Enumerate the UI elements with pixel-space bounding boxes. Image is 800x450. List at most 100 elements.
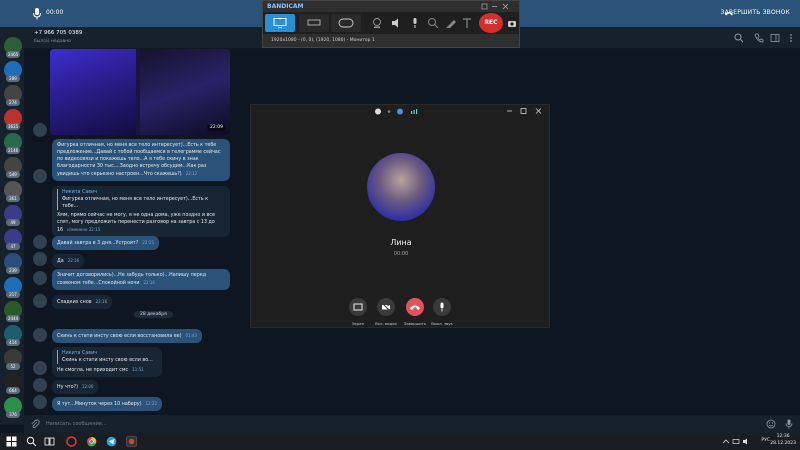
call-timer: 00:00	[393, 251, 409, 257]
message-bubble[interactable]: Давай завтра в 3 дня...Устроит? 22:15	[52, 236, 159, 250]
avatar[interactable]	[33, 235, 47, 249]
keyboard-language[interactable]: РУС	[761, 438, 770, 443]
gamepad-icon	[338, 18, 354, 28]
sidebar-toggle-icon[interactable]	[770, 33, 780, 43]
unread-badge: 239	[6, 267, 20, 274]
window-controls-icon[interactable]	[505, 107, 545, 115]
unread-badge: 549	[6, 171, 20, 178]
call-status-icons	[375, 108, 418, 115]
window-controls-icon[interactable]	[481, 3, 511, 10]
record-button[interactable]: REC	[479, 13, 503, 33]
unread-badge: 2444	[6, 315, 21, 322]
unread-badge: 2465	[6, 51, 21, 58]
chrome-icon[interactable]	[86, 436, 97, 447]
message-time: 22:09	[207, 124, 226, 131]
unread-badge: 49	[6, 219, 20, 226]
reply-quote[interactable]: Никита Савич Фигурка отличная, но меня в…	[57, 189, 225, 210]
unread-badge: 361	[6, 195, 20, 202]
unread-badge: 664	[6, 387, 20, 394]
quote-text: Скинь к стати инсту свою если во...	[62, 358, 153, 363]
end-call-button[interactable]: ЗАВЕРШИТЬ ЗВОНОК	[721, 9, 790, 16]
photo-message[interactable]: 22:09	[50, 49, 230, 135]
emoji-icon[interactable]	[766, 419, 776, 429]
avatar[interactable]	[33, 395, 47, 409]
microphone-icon[interactable]	[409, 17, 421, 29]
message-bubble[interactable]: Значит договорились)...Не забудь только)…	[52, 269, 230, 290]
screen-share-button[interactable]	[349, 298, 367, 316]
avatar[interactable]	[33, 328, 47, 342]
more-menu-icon[interactable]	[786, 33, 796, 43]
telegram-icon[interactable]	[106, 436, 117, 447]
message-time: 22:16	[95, 299, 108, 304]
message-text: Давай завтра в 3 дня...Устроит?	[57, 241, 139, 246]
video-off-icon	[381, 302, 391, 312]
cursor-icon[interactable]	[427, 17, 439, 29]
system-tray-icons[interactable]	[722, 438, 758, 445]
message-text: Значит договорились)...Не забудь только)…	[57, 273, 207, 286]
game-mode-button[interactable]	[331, 14, 361, 32]
message-bubble[interactable]: Скинь к стати инсту свою если восстанови…	[52, 329, 203, 343]
message-text: Не смогла, не приходит смс	[57, 368, 129, 373]
screen-mode-button[interactable]	[265, 14, 295, 32]
camera-icon[interactable]	[507, 18, 517, 28]
unread-badge: 414	[6, 339, 20, 346]
reply-quote[interactable]: Никита Савич Скинь к стати инсту свою ес…	[57, 350, 157, 364]
windows-start-icon[interactable]	[6, 436, 17, 447]
chat-title[interactable]: +7 966 705 0389	[34, 30, 82, 36]
composer: Написать сообщение...	[24, 415, 800, 433]
message-bubble[interactable]: Фигурка отличная, но меня все тело интер…	[52, 139, 230, 181]
photo-left	[50, 49, 136, 135]
webcam-icon[interactable]	[371, 17, 383, 29]
message-text: Сладких снов	[57, 300, 92, 305]
message-text: Да	[57, 259, 64, 264]
video-toggle-button[interactable]	[377, 298, 395, 316]
message-time: 22:15	[142, 240, 154, 245]
date-separator: 28 декабря	[134, 311, 173, 318]
attach-icon[interactable]	[30, 419, 40, 429]
avatar[interactable]	[33, 169, 47, 183]
message-bubble[interactable]: Никита Савич Фигурка отличная, но меня в…	[52, 186, 230, 237]
avatar[interactable]	[33, 294, 47, 308]
message-time: 22:12	[185, 171, 198, 176]
draw-icon[interactable]	[445, 17, 457, 29]
message-input[interactable]: Написать сообщение...	[46, 421, 107, 427]
quote-text: Фигурка отличная, но меня все тело интер…	[62, 197, 209, 209]
device-mode-button[interactable]	[299, 14, 329, 32]
message-time: 12:22	[145, 401, 157, 406]
message-bubble[interactable]: Да 22:16	[52, 254, 85, 268]
message-time: изменено 22:15	[67, 227, 101, 232]
message-bubble[interactable]: Сладких снов 22:16	[52, 295, 113, 309]
phone-icon[interactable]	[754, 33, 764, 43]
text-icon[interactable]	[461, 17, 473, 29]
avatar[interactable]	[33, 361, 47, 375]
opera-icon[interactable]	[66, 436, 77, 447]
hang-up-icon	[410, 305, 420, 310]
mute-button[interactable]	[433, 298, 451, 316]
avatar[interactable]	[33, 378, 47, 392]
hang-up-button[interactable]	[406, 298, 424, 316]
microphone-icon[interactable]	[784, 419, 794, 429]
monitor-icon	[273, 18, 287, 28]
search-icon[interactable]	[26, 436, 37, 447]
bandicam-mode-row: REC	[263, 12, 519, 34]
unread-badge: 289	[6, 75, 20, 82]
taskbar-clock[interactable]: 12:36 28.12.2023	[770, 434, 796, 447]
bandicam-icon[interactable]	[126, 436, 137, 447]
screen-share-icon	[353, 303, 363, 311]
capture-area-info: 1920x1080 - (0, 0), (1920, 1080) - Монит…	[271, 38, 375, 43]
call-duration: 00:00	[46, 9, 64, 16]
avatar[interactable]	[33, 123, 47, 137]
search-icon[interactable]	[734, 33, 744, 43]
quote-author: Никита Савич	[62, 351, 98, 356]
message-text: Я тут...Минуток через 10 наберу)	[57, 402, 142, 407]
task-view-icon[interactable]	[44, 436, 55, 447]
avatar[interactable]	[33, 271, 47, 285]
microphone-icon[interactable]	[32, 8, 42, 20]
message-bubble[interactable]: Никита Савич Скинь к стати инсту свою ес…	[52, 347, 162, 377]
message-time: 22:16	[143, 280, 155, 285]
avatar[interactable]	[33, 252, 47, 266]
message-bubble[interactable]: Ну что?) 12:00	[52, 380, 99, 394]
message-bubble[interactable]: Я тут...Минуток через 10 наберу) 12:22	[52, 397, 162, 411]
unread-badge: 2146	[6, 147, 21, 154]
speaker-icon[interactable]	[391, 17, 403, 29]
